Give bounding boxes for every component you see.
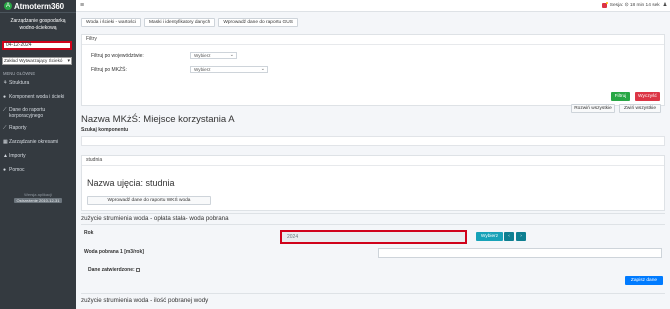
next-year-button[interactable]: ›	[516, 232, 526, 241]
rok-label: Rok	[84, 230, 94, 236]
notification-icon[interactable]	[601, 2, 608, 8]
filter-mkzs-label: Filtruj po MKŻŚ:	[91, 67, 127, 73]
brand[interactable]: A Atmoterm360	[0, 0, 76, 13]
sidebar-item-label: Importy	[9, 153, 26, 159]
section-title-ilosc: zużycie strumienia woda - ilość pobranej…	[81, 297, 209, 304]
tab-maski[interactable]: Maski i identyfikatory danych	[144, 18, 216, 27]
main-content: Woda i ścieki - wartości Maski i identyf…	[76, 12, 670, 309]
ujecie-title: Nazwa ujęcia: studnia	[87, 178, 175, 188]
module-title: Zarządzanie gospodarką wodno-ściekową	[0, 18, 76, 32]
search-input[interactable]	[81, 136, 665, 146]
sidebar-item-label-line2: korporacyjnego	[9, 113, 44, 119]
atmoterm-logo-icon: A	[4, 2, 12, 10]
sidebar-item-label: Dane do raportu korporacyjnego	[9, 107, 45, 119]
chevron-down-icon: ▾	[67, 58, 70, 64]
divider	[81, 213, 665, 214]
select-year-button[interactable]: Wybierz	[476, 232, 503, 241]
sidebar-item-pomoc[interactable]: ● Pomoc	[0, 167, 76, 173]
filter-mkzs-select[interactable]: Wybierz ⌄	[190, 66, 268, 73]
prev-year-button[interactable]: ‹	[504, 232, 514, 241]
woda-pobrana-label: Woda pobrana 1 [m3/rok]	[84, 249, 144, 255]
divider	[81, 293, 665, 294]
sidebar-item-label: Komponent woda i ścieki	[9, 94, 65, 100]
sidebar-item-label: Raporty	[9, 125, 27, 131]
sidebar-item-label: Struktura	[9, 80, 30, 86]
studnia-header[interactable]: studnia	[82, 156, 664, 166]
page-title: Nazwa MKżŚ: Miejsce korzystania A	[81, 114, 235, 125]
chevron-down-icon: ⌄	[260, 66, 265, 72]
tab-bar: Woda i ścieki - wartości Maski i identyf…	[81, 18, 298, 27]
sidebar: A Atmoterm360 Zarządzanie gospodarką wod…	[0, 0, 76, 309]
topbar: ≡ Sesja: ⊙ 18 min 14 sek ♟	[76, 0, 670, 12]
version-footer: Wersja aplikacji Ostrzeżenie 2010-12-31	[0, 192, 76, 203]
module-title-line2: wodno-ściekową	[19, 25, 57, 31]
collapse-all-button[interactable]: Zwiń wszystkie	[619, 104, 661, 113]
app-name: Atmoterm360	[14, 1, 65, 11]
sidebar-item-raporty[interactable]: ⟋ Raporty	[0, 125, 76, 131]
sidebar-item-dane-raportu[interactable]: ⟋ Dane do raportu korporacyjnego	[0, 107, 76, 119]
divider	[81, 224, 665, 225]
sidebar-item-komponent[interactable]: ● Komponent woda i ścieki	[0, 94, 76, 100]
sidebar-item-importy[interactable]: ▲ Importy	[0, 153, 76, 159]
user-icon[interactable]: ♟	[663, 3, 667, 8]
chevron-left-icon: ‹	[508, 234, 510, 239]
rok-input[interactable]: 2024	[280, 230, 467, 244]
section-title-oplata: zużycie strumienia woda - opłata stała- …	[81, 215, 229, 222]
date-field[interactable]: 04-12-2024	[2, 41, 72, 50]
search-label: Szukaj komponentu	[81, 127, 129, 133]
filter-woj-label: Filtruj po województwie:	[91, 53, 144, 59]
version-badge: Ostrzeżenie 2010-12-31	[13, 198, 63, 203]
menu-header: MENU GŁÓWNE	[3, 71, 36, 76]
sidebar-item-okresy[interactable]: ▦ Zarządzanie okresami	[0, 139, 76, 145]
save-button[interactable]: Zapisz dane	[625, 276, 663, 285]
filters-header: Filtry	[82, 35, 664, 45]
zaklad-select[interactable]: Zakład Wytwarzający Ściekó ▾	[2, 57, 72, 65]
sidebar-item-struktura[interactable]: ⚘ Struktura	[0, 80, 76, 86]
main-menu: ⚘ Struktura ● Komponent woda i ścieki ⟋ …	[0, 80, 76, 173]
tab-woda-scieki[interactable]: Woda i ścieki - wartości	[81, 18, 142, 27]
filter-mkzs-value: Wybierz	[194, 67, 211, 72]
zaklad-select-value: Zakład Wytwarzający Ściekó	[4, 58, 63, 63]
filter-woj-select[interactable]: Wybierz ⌄	[190, 52, 237, 59]
session-timer: Sesja: ⊙ 18 min 14 sek	[609, 3, 660, 8]
chevron-down-icon: ⌄	[229, 52, 234, 58]
sidebar-item-label: Zarządzanie okresami	[9, 139, 59, 145]
tab-gus[interactable]: Wprowadź dane do raportu GUS	[218, 18, 298, 27]
version-label: Wersja aplikacji	[24, 192, 52, 197]
studnia-card: studnia Nazwa ujęcia: studnia Wprowadź d…	[81, 155, 665, 211]
approved-label-text: Dane zatwierdzone:	[88, 267, 135, 273]
hamburger-icon[interactable]: ≡	[80, 2, 84, 9]
sidebar-item-label: Pomoc	[9, 167, 25, 173]
user-area: Sesja: ⊙ 18 min 14 sek ♟	[601, 2, 667, 8]
approved-label: Dane zatwierdzone:	[88, 267, 140, 273]
wko-report-button[interactable]: Wprowadź dane do raportu WKŚ woda	[87, 196, 211, 205]
chevron-right-icon: ›	[520, 234, 522, 239]
filter-woj-value: Wybierz	[194, 53, 211, 58]
clear-button[interactable]: Wyczyść	[635, 92, 660, 101]
filters-card: Filtry Filtruj po województwie: Wybierz …	[81, 34, 665, 106]
filter-button[interactable]: Filtruj	[611, 92, 630, 101]
module-title-line1: Zarządzanie gospodarką	[10, 18, 66, 24]
expand-all-button[interactable]: Rozwiń wszystkie	[571, 104, 615, 113]
woda-pobrana-input[interactable]	[378, 248, 662, 258]
approved-checkbox[interactable]	[135, 267, 140, 272]
